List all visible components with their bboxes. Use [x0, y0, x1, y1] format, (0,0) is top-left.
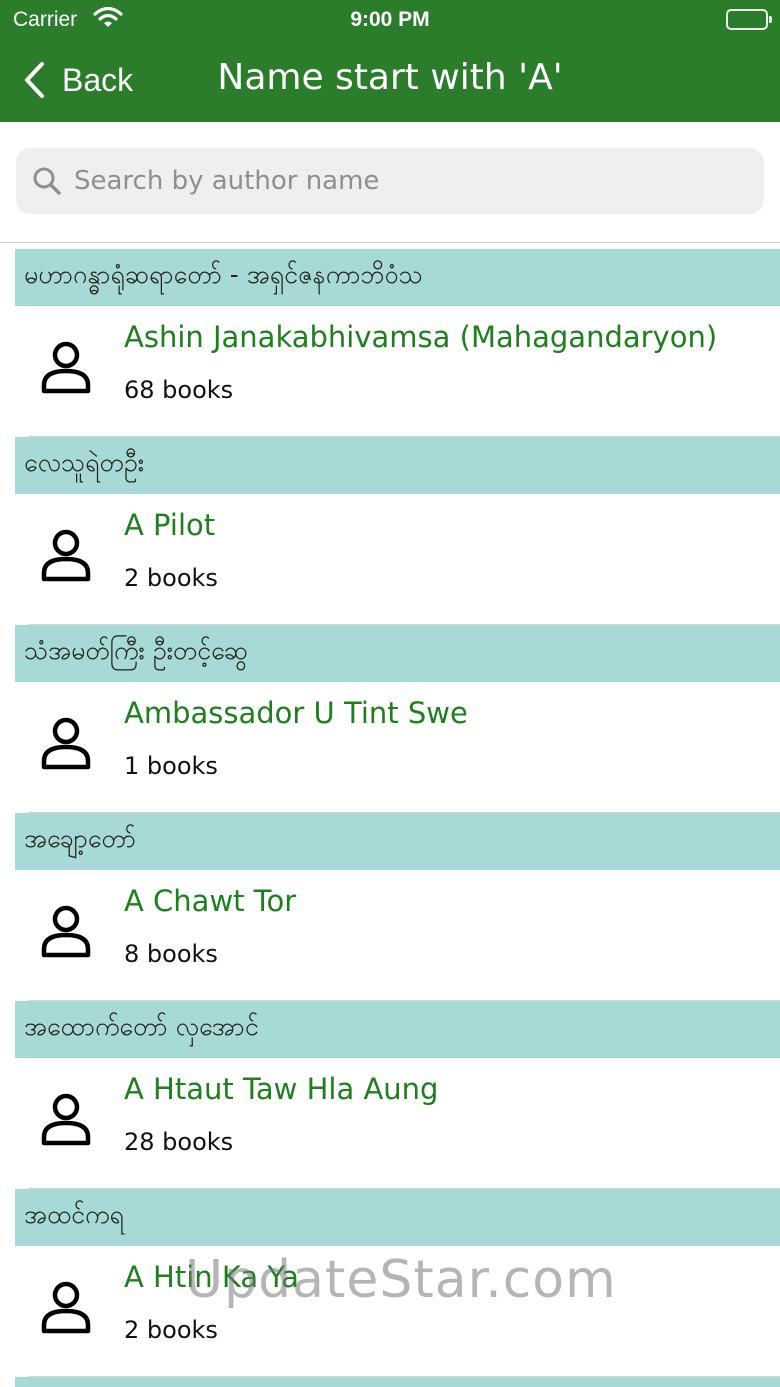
section-header: အချော့တော်	[15, 813, 780, 870]
person-icon	[39, 716, 93, 772]
page-title: Name start with 'A'	[217, 57, 563, 98]
author-name: A Htin Ka Ya	[124, 1260, 299, 1294]
list-item[interactable]: Ambassador U Tint Swe 1 books	[0, 682, 780, 813]
book-count: 2 books	[124, 564, 218, 592]
row-divider	[28, 624, 780, 625]
author-name: A Pilot	[124, 508, 216, 542]
status-time: 9:00 PM	[350, 8, 430, 31]
row-divider	[28, 1188, 780, 1189]
status-bar: Carrier 9:00 PM	[0, 0, 780, 40]
section-header: အထင်ကရ	[15, 1189, 780, 1246]
section-header: အထောက်တော် လှအောင်	[15, 1001, 780, 1058]
author-list: မဟာဂန္ဓာရုံဆရာတော် - အရှင်ဇနကာဘိဝံသ Ashi…	[0, 249, 780, 1387]
section-header: လေသူရဲတဦး	[15, 437, 780, 494]
book-count: 8 books	[124, 940, 218, 968]
row-divider	[28, 436, 780, 437]
navigation-bar: Back Name start with 'A'	[0, 40, 780, 122]
row-divider	[28, 1376, 780, 1377]
list-item[interactable]: A Chawt Tor 8 books	[0, 870, 780, 1001]
list-item[interactable]: Ashin Janakabhivamsa (Mahagandaryon) 68 …	[0, 306, 780, 437]
row-divider	[28, 1000, 780, 1001]
section-header: သံအမတ်ကြီး ဦးတင့်ဆွေ	[15, 625, 780, 682]
book-count: 1 books	[124, 752, 218, 780]
search-input[interactable]	[74, 166, 734, 196]
author-name: Ashin Janakabhivamsa (Mahagandaryon)	[124, 320, 718, 354]
person-icon	[39, 904, 93, 960]
divider	[0, 242, 780, 243]
person-icon	[39, 340, 93, 396]
person-icon	[39, 528, 93, 584]
author-name: Ambassador U Tint Swe	[124, 696, 468, 730]
author-name: A Chawt Tor	[124, 884, 297, 918]
row-divider	[28, 812, 780, 813]
battery-icon	[726, 9, 772, 30]
person-icon	[39, 1280, 93, 1336]
search-bar[interactable]	[16, 148, 764, 214]
book-count: 2 books	[124, 1316, 218, 1344]
list-item[interactable]: A Pilot 2 books	[0, 494, 780, 625]
section-header: မဟာဂန္ဓာရုံဆရာတော် - အရှင်ဇနကာဘိဝံသ	[15, 249, 780, 306]
list-item[interactable]: A Htaut Taw Hla Aung 28 books	[0, 1058, 780, 1189]
section-header-partial	[15, 1377, 780, 1387]
book-count: 28 books	[124, 1128, 234, 1156]
search-icon	[32, 166, 62, 196]
book-count: 68 books	[124, 376, 234, 404]
person-icon	[39, 1092, 93, 1148]
list-item[interactable]: A Htin Ka Ya 2 books	[0, 1246, 780, 1377]
author-name: A Htaut Taw Hla Aung	[124, 1072, 439, 1106]
